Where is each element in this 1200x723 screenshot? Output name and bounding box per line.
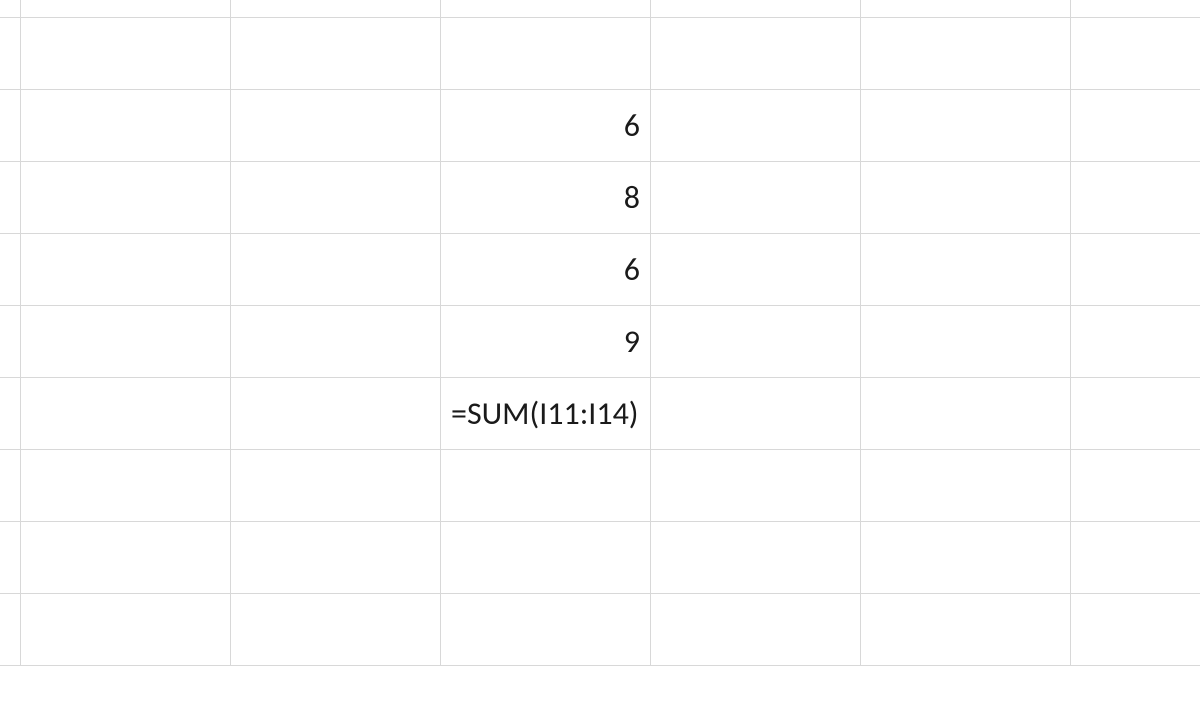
- cell[interactable]: 6: [441, 90, 651, 162]
- cell[interactable]: [21, 0, 231, 18]
- cell[interactable]: [0, 90, 21, 162]
- cell[interactable]: [21, 450, 231, 522]
- cell[interactable]: [441, 522, 651, 594]
- cell[interactable]: [231, 162, 441, 234]
- cell[interactable]: [231, 0, 441, 18]
- cell[interactable]: [861, 522, 1071, 594]
- cell[interactable]: [1071, 306, 1200, 378]
- cell[interactable]: [0, 18, 21, 90]
- cell[interactable]: [0, 306, 21, 378]
- cell[interactable]: [21, 594, 231, 666]
- cell[interactable]: [1071, 378, 1200, 450]
- cell[interactable]: [651, 594, 861, 666]
- cell[interactable]: [441, 18, 651, 90]
- cell[interactable]: [651, 450, 861, 522]
- grid-row: 6: [0, 90, 1200, 162]
- cell[interactable]: [651, 234, 861, 306]
- cell[interactable]: [0, 522, 21, 594]
- cell[interactable]: 9: [441, 306, 651, 378]
- cell[interactable]: 8: [441, 162, 651, 234]
- cell[interactable]: [231, 378, 441, 450]
- cell[interactable]: [861, 0, 1071, 18]
- cell[interactable]: [1071, 234, 1200, 306]
- cell[interactable]: [861, 18, 1071, 90]
- cell[interactable]: [231, 594, 441, 666]
- cell[interactable]: [21, 90, 231, 162]
- grid-row: [0, 522, 1200, 594]
- cell[interactable]: [441, 0, 651, 18]
- grid-row: 8: [0, 162, 1200, 234]
- cell-value: 9: [624, 322, 640, 361]
- cell[interactable]: [21, 378, 231, 450]
- cell[interactable]: [231, 18, 441, 90]
- cell[interactable]: [231, 234, 441, 306]
- cell[interactable]: [21, 522, 231, 594]
- cell-value: 6: [624, 106, 640, 145]
- cell[interactable]: [651, 378, 861, 450]
- grid-row: [0, 18, 1200, 90]
- cell[interactable]: [441, 594, 651, 666]
- cell[interactable]: [1071, 594, 1200, 666]
- grid-row: =SUM(I11:I14): [0, 378, 1200, 450]
- cell[interactable]: [1071, 162, 1200, 234]
- cell[interactable]: [1071, 450, 1200, 522]
- grid-row: [0, 594, 1200, 666]
- cell[interactable]: [0, 0, 21, 18]
- cell[interactable]: [231, 522, 441, 594]
- cell-value: 6: [624, 250, 640, 289]
- cell[interactable]: [651, 162, 861, 234]
- cell[interactable]: [651, 0, 861, 18]
- grid-row: [0, 450, 1200, 522]
- cell[interactable]: [21, 234, 231, 306]
- grid-row: 6: [0, 234, 1200, 306]
- cell[interactable]: [231, 90, 441, 162]
- cell[interactable]: [861, 306, 1071, 378]
- cell[interactable]: [441, 450, 651, 522]
- cell[interactable]: [0, 378, 21, 450]
- cell[interactable]: [231, 306, 441, 378]
- cell[interactable]: 6: [441, 234, 651, 306]
- cell[interactable]: [861, 378, 1071, 450]
- cell[interactable]: [651, 90, 861, 162]
- cell[interactable]: [651, 18, 861, 90]
- cell[interactable]: [21, 306, 231, 378]
- cell[interactable]: [1071, 0, 1200, 18]
- cell[interactable]: [0, 234, 21, 306]
- cell[interactable]: [861, 450, 1071, 522]
- cell[interactable]: [1071, 90, 1200, 162]
- cell[interactable]: [21, 162, 231, 234]
- cell[interactable]: [651, 306, 861, 378]
- cell[interactable]: [861, 162, 1071, 234]
- cell[interactable]: [0, 162, 21, 234]
- cell-value: 8: [624, 178, 640, 217]
- spreadsheet-grid: 6 8 6 9 =SUM(I11:I14): [0, 0, 1200, 723]
- cell-value: =SUM(I11:I14): [451, 394, 639, 433]
- cell-formula[interactable]: =SUM(I11:I14): [441, 378, 651, 450]
- cell[interactable]: [1071, 18, 1200, 90]
- cell[interactable]: [861, 234, 1071, 306]
- cell[interactable]: [861, 594, 1071, 666]
- grid-row: 9: [0, 306, 1200, 378]
- cell[interactable]: [0, 450, 21, 522]
- cell[interactable]: [0, 594, 21, 666]
- cell[interactable]: [861, 90, 1071, 162]
- cell[interactable]: [21, 18, 231, 90]
- cell[interactable]: [651, 522, 861, 594]
- cell[interactable]: [1071, 522, 1200, 594]
- cell[interactable]: [231, 450, 441, 522]
- grid-row: [0, 0, 1200, 18]
